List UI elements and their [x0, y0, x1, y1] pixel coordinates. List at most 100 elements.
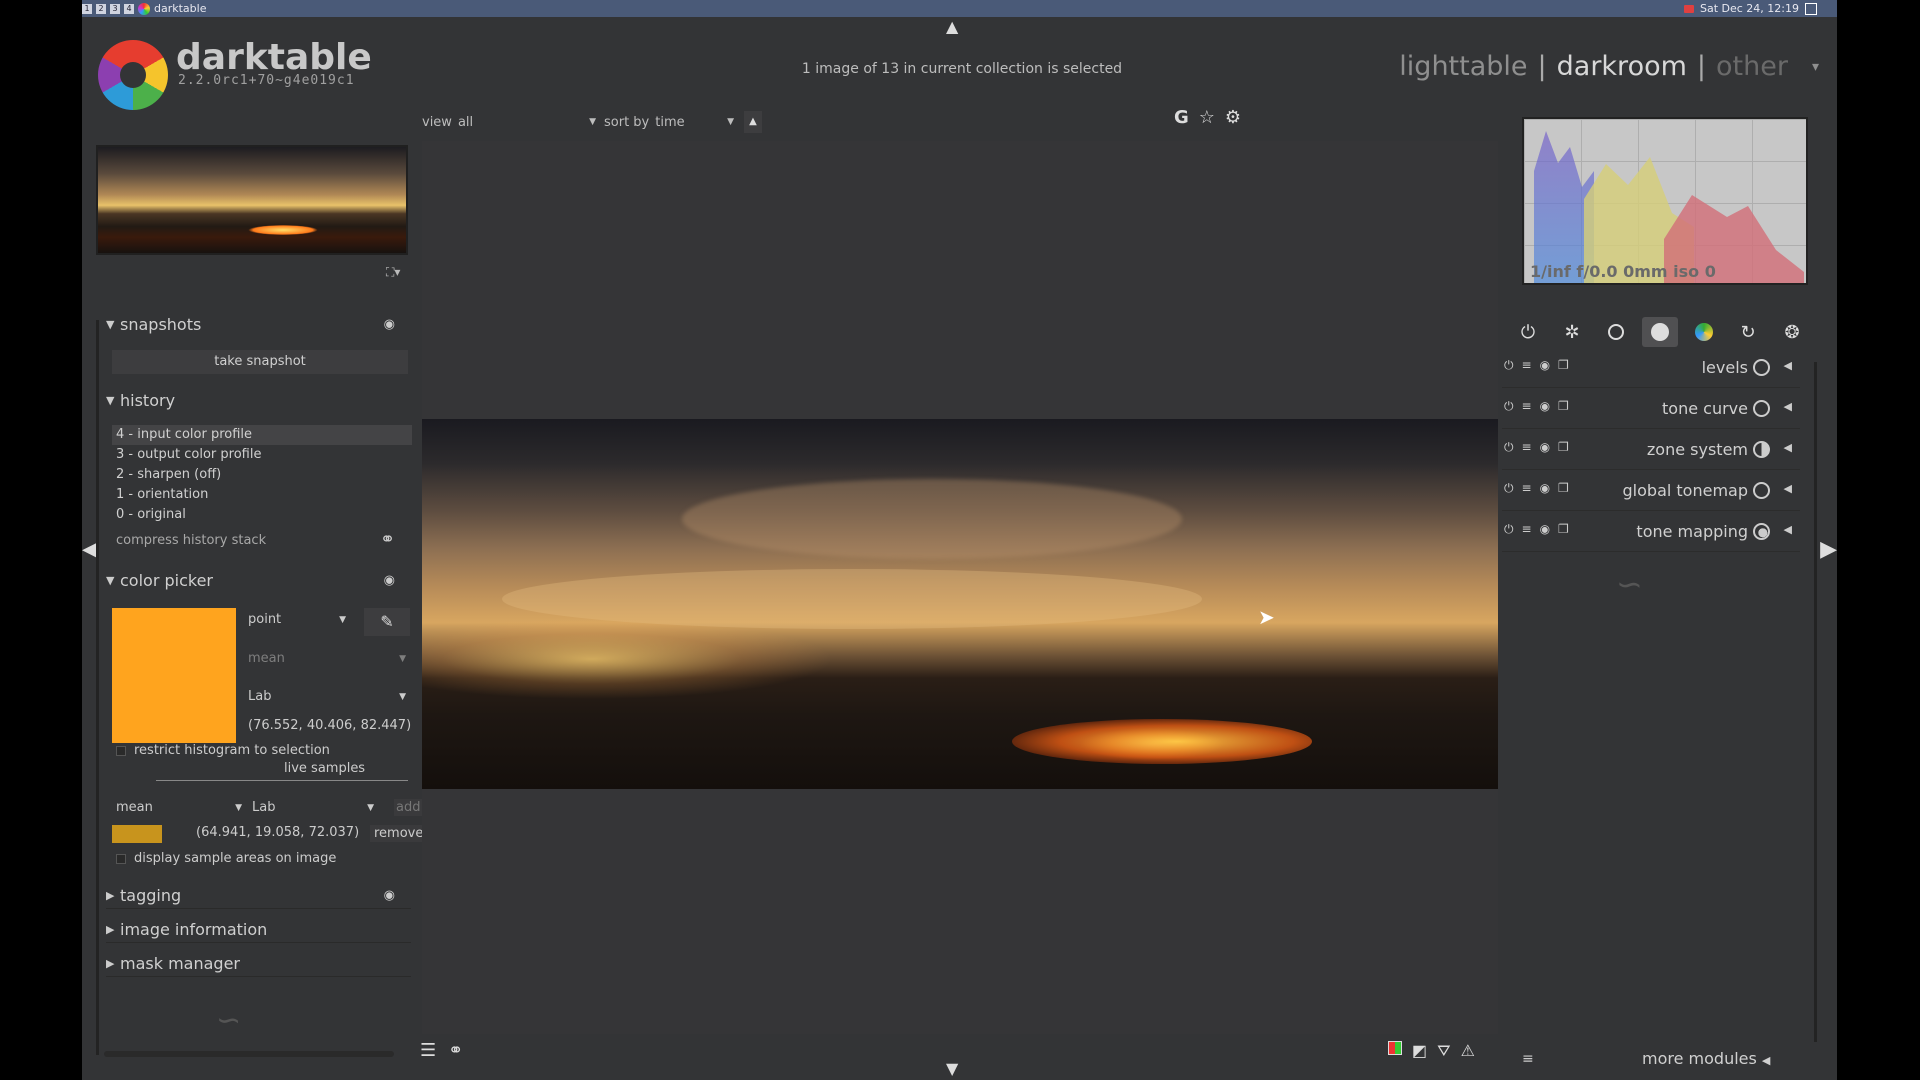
- module-enable-icon[interactable]: ⏻: [1504, 522, 1514, 537]
- module-duplicate-icon[interactable]: ❐: [1558, 481, 1569, 496]
- snapshots-header[interactable]: ▼ snapshots ◉: [106, 311, 411, 337]
- image-information-header[interactable]: ▶ image information: [106, 917, 411, 943]
- workspace-2[interactable]: 2: [96, 3, 106, 14]
- gear-icon[interactable]: ⚙: [1225, 107, 1241, 128]
- module-presets-icon[interactable]: ≡: [1522, 440, 1532, 455]
- history-item[interactable]: 2 - sharpen (off): [112, 465, 412, 485]
- raw-overexposed-icon[interactable]: ⛛: [1437, 1041, 1450, 1061]
- history-header[interactable]: ▼ history: [106, 387, 411, 413]
- compress-history-button[interactable]: compress history stack: [116, 533, 266, 548]
- mask-manager-header[interactable]: ▶ mask manager: [106, 951, 411, 977]
- module-duplicate-icon[interactable]: ❐: [1558, 399, 1569, 414]
- reset-icon[interactable]: ◉: [384, 317, 395, 332]
- gamut-check-icon[interactable]: ◩: [1412, 1041, 1427, 1061]
- module-enable-icon[interactable]: ⏻: [1504, 440, 1514, 455]
- sort-direction-button[interactable]: ▲: [744, 111, 762, 133]
- module-duplicate-icon[interactable]: ❐: [1558, 440, 1569, 455]
- sample-colorspace-select[interactable]: Lab ▼: [248, 796, 378, 820]
- checkbox-box[interactable]: [116, 853, 126, 864]
- window-title[interactable]: darktable: [154, 2, 206, 15]
- module-enable-icon[interactable]: ⏻: [1504, 399, 1514, 414]
- checkbox-box[interactable]: [116, 745, 126, 756]
- horizontal-scrollbar[interactable]: [104, 1051, 394, 1057]
- expand-arrow-icon[interactable]: ◀: [1784, 523, 1792, 536]
- module-zone-system[interactable]: ⏻ ≡ ◉ ❐ zone system ◀: [1502, 430, 1800, 470]
- display-sample-areas-checkbox[interactable]: display sample areas on image: [116, 851, 336, 866]
- color-picker-eyedropper-icon[interactable]: ✎: [364, 608, 410, 636]
- reset-icon[interactable]: ◉: [384, 888, 395, 903]
- collapse-bottom-arrow-icon[interactable]: ▼: [946, 1059, 958, 1078]
- color-group-icon[interactable]: [1686, 317, 1722, 347]
- styles-icon[interactable]: ⚭: [448, 1040, 463, 1061]
- view-lighttable[interactable]: lighttable: [1399, 51, 1527, 82]
- quick-access-menu-icon[interactable]: ☰: [420, 1040, 436, 1061]
- picker-statistic-select[interactable]: mean ▼: [244, 647, 410, 671]
- more-modules-button[interactable]: more modules ◀: [1642, 1049, 1770, 1068]
- color-picker-header[interactable]: ▼ color picker ◉: [106, 567, 411, 593]
- effect-group-icon[interactable]: ❂: [1774, 317, 1810, 347]
- restrict-histogram-checkbox[interactable]: restrict histogram to selection: [116, 743, 330, 758]
- navigation-zoom-icon[interactable]: ⛶▾: [386, 265, 400, 280]
- collapse-top-arrow-icon[interactable]: ▲: [946, 17, 958, 36]
- history-item[interactable]: 1 - orientation: [112, 485, 412, 505]
- star-icon[interactable]: ☆: [1199, 107, 1215, 128]
- views-dropdown-icon[interactable]: ▾: [1812, 59, 1819, 75]
- view-filter-select[interactable]: view all ▼: [422, 115, 596, 130]
- module-presets-icon[interactable]: ≡: [1522, 358, 1532, 373]
- module-reset-icon[interactable]: ◉: [1540, 358, 1550, 373]
- module-presets-icon[interactable]: ≡: [1522, 522, 1532, 537]
- add-sample-button[interactable]: add: [394, 799, 423, 816]
- create-style-icon[interactable]: ⚭: [380, 529, 395, 550]
- image-canvas[interactable]: [422, 141, 1498, 1034]
- tagging-header[interactable]: ▶ tagging ◉: [106, 883, 411, 909]
- navigation-thumbnail[interactable]: [96, 145, 408, 255]
- module-tone-curve[interactable]: ⏻ ≡ ◉ ❐ tone curve ◀: [1502, 389, 1800, 429]
- right-scrollbar-track[interactable]: [1814, 362, 1817, 1042]
- reset-icon[interactable]: ◉: [384, 573, 395, 588]
- module-presets-icon[interactable]: ≡: [1522, 481, 1532, 496]
- history-item[interactable]: 0 - original: [112, 505, 412, 525]
- power-icon[interactable]: ⏻: [1510, 317, 1546, 347]
- module-duplicate-icon[interactable]: ❐: [1558, 358, 1569, 373]
- overexposed-warning-icon[interactable]: ⚠: [1461, 1041, 1475, 1061]
- view-darkroom[interactable]: darkroom: [1557, 51, 1687, 82]
- module-presets-icon[interactable]: ≡: [1522, 399, 1532, 414]
- module-reset-icon[interactable]: ◉: [1540, 440, 1550, 455]
- picker-colorspace-select[interactable]: Lab ▼: [244, 685, 410, 709]
- module-reset-icon[interactable]: ◉: [1540, 399, 1550, 414]
- grouping-icon[interactable]: G: [1174, 107, 1189, 128]
- module-duplicate-icon[interactable]: ❐: [1558, 522, 1569, 537]
- collapse-right-arrow-icon[interactable]: ▶: [1820, 537, 1837, 562]
- module-enable-icon[interactable]: ⏻: [1504, 358, 1514, 373]
- sample-statistic-select[interactable]: mean ▼: [112, 796, 246, 820]
- remove-sample-button[interactable]: remove: [370, 825, 428, 842]
- module-tone-mapping[interactable]: ⏻ ≡ ◉ ❐ tone mapping ◀: [1502, 512, 1800, 552]
- histogram[interactable]: 1/inf f/0.0 0mm iso 0: [1522, 117, 1808, 285]
- sample-color-swatch[interactable]: [112, 825, 162, 843]
- workspace-3[interactable]: 3: [110, 3, 120, 14]
- history-item[interactable]: 3 - output color profile: [112, 445, 412, 465]
- take-snapshot-button[interactable]: take snapshot: [112, 350, 408, 374]
- expand-arrow-icon[interactable]: ◀: [1784, 359, 1792, 372]
- tone-group-icon[interactable]: [1642, 317, 1678, 347]
- module-reset-icon[interactable]: ◉: [1540, 522, 1550, 537]
- left-scrollbar-track[interactable]: [96, 320, 99, 1055]
- softproof-icon[interactable]: [1388, 1041, 1402, 1055]
- sort-by-select[interactable]: sort by time ▼: [604, 115, 734, 130]
- edited-photo[interactable]: [422, 419, 1498, 789]
- favorites-icon[interactable]: ✲: [1554, 317, 1590, 347]
- picker-mode-select[interactable]: point ▼: [244, 608, 350, 632]
- more-modules-presets-icon[interactable]: ≡: [1522, 1051, 1534, 1067]
- module-global-tonemap[interactable]: ⏻ ≡ ◉ ❐ global tonemap ◀: [1502, 471, 1800, 511]
- expand-arrow-icon[interactable]: ◀: [1784, 482, 1792, 495]
- module-reset-icon[interactable]: ◉: [1540, 481, 1550, 496]
- module-enable-icon[interactable]: ⏻: [1504, 481, 1514, 496]
- workspace-4[interactable]: 4: [124, 3, 134, 14]
- basic-group-icon[interactable]: [1598, 317, 1634, 347]
- history-item[interactable]: 4 - input color profile: [112, 425, 412, 445]
- expand-arrow-icon[interactable]: ◀: [1784, 441, 1792, 454]
- expand-arrow-icon[interactable]: ◀: [1784, 400, 1792, 413]
- view-other[interactable]: other: [1716, 51, 1788, 82]
- workspace-1[interactable]: 1: [82, 3, 92, 14]
- module-levels[interactable]: ⏻ ≡ ◉ ❐ levels ◀: [1502, 348, 1800, 388]
